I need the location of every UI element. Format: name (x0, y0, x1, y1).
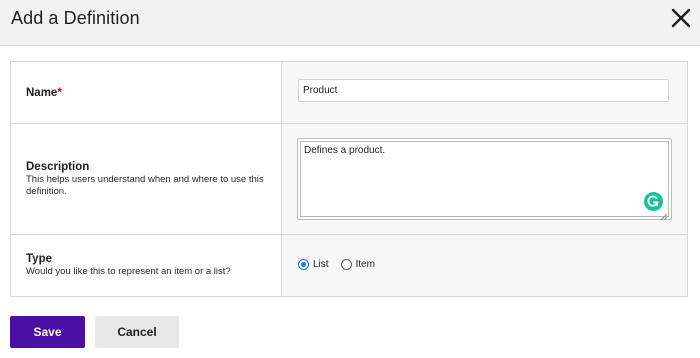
cancel-button[interactable]: Cancel (95, 316, 179, 348)
type-help: Would you like this to represent an item… (26, 266, 231, 277)
description-field: Defines a product. (297, 138, 672, 221)
description-textarea[interactable]: Defines a product. (300, 141, 669, 217)
type-label-cell: Type Would you like this to represent an… (11, 235, 282, 296)
radio-item-label[interactable]: Item (356, 259, 375, 270)
type-row: Type Would you like this to represent an… (11, 235, 687, 296)
radio-list-label[interactable]: List (313, 259, 329, 270)
radio-list[interactable] (298, 259, 309, 270)
name-label-cell: Name* (11, 62, 282, 123)
required-mark: * (57, 86, 62, 99)
dialog-title: Add a Definition (11, 8, 140, 28)
dialog-header: Add a Definition (0, 0, 700, 46)
name-input[interactable] (298, 79, 669, 102)
description-value-cell: Defines a product. (282, 124, 687, 234)
description-label-cell: Description This helps users understand … (11, 124, 282, 234)
description-help: This helps users understand when and whe… (26, 173, 264, 197)
type-option-item[interactable]: Item (340, 259, 375, 270)
name-label-text: Name (26, 86, 58, 99)
type-value-cell: List Item (282, 235, 687, 296)
description-label: Description (26, 160, 90, 173)
close-icon[interactable] (670, 7, 692, 29)
resize-grip-icon[interactable] (660, 208, 668, 221)
name-row: Name* (11, 62, 687, 124)
definition-form: Name* Description This helps users under… (10, 61, 688, 297)
description-row: Description This helps users understand … (11, 124, 687, 235)
name-label: Name* (26, 87, 281, 99)
name-value-cell (282, 62, 687, 123)
radio-item[interactable] (340, 259, 352, 270)
type-option-list[interactable]: List (298, 259, 329, 270)
type-radio-group: List Item (298, 259, 387, 270)
save-button[interactable]: Save (10, 316, 85, 348)
type-label: Type (26, 253, 52, 265)
